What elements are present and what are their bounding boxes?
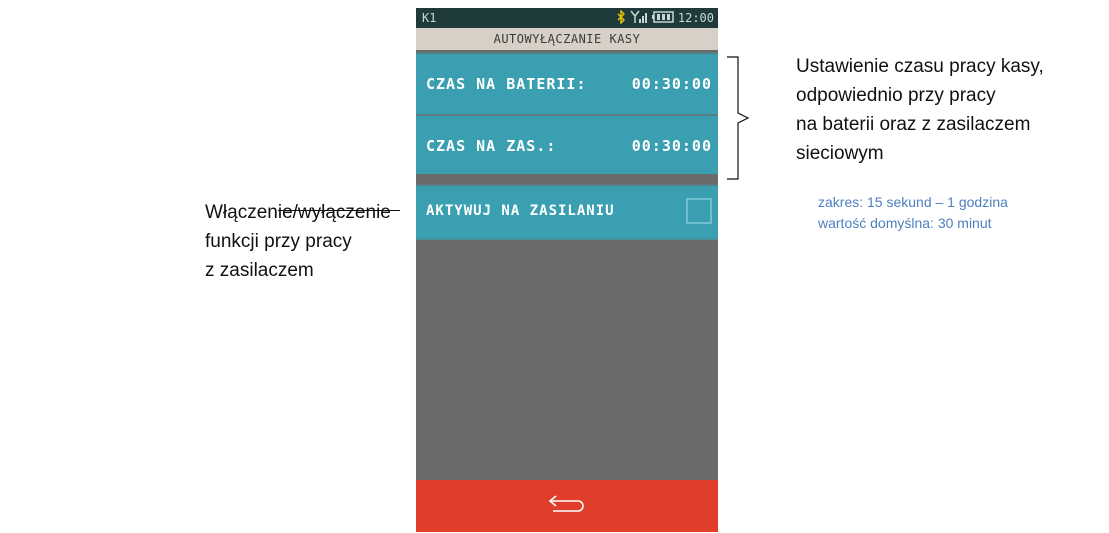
annotation-range-line: zakres: 15 sekund – 1 godzina (818, 194, 1008, 210)
battery-time-value: 00:30:00 (631, 75, 712, 93)
signal-icon (630, 10, 648, 27)
activate-on-power-label: AKTYWUJ NA ZASILANIU (426, 203, 615, 219)
activate-on-power-checkbox[interactable] (686, 198, 712, 224)
annotation-line: Włączenie/wyłączenie (205, 202, 391, 223)
annotation-range-line: wartość domyślna: 30 minut (818, 215, 992, 231)
device-id: K1 (422, 11, 437, 25)
annotation-line: sieciowym (796, 143, 884, 164)
battery-icon (651, 10, 674, 27)
annotation-line: na baterii oraz z zasilaczem (796, 114, 1031, 135)
annotation-line: odpowiednio przy pracy (796, 85, 996, 106)
annotation-line: funkcji przy pracy (205, 231, 352, 252)
back-arrow-icon[interactable] (547, 493, 587, 519)
annotation-line: Ustawienie czasu pracy kasy, (796, 56, 1044, 77)
annotation-activate: Włączenie/wyłączenie funkcji przy pracy … (205, 198, 391, 285)
right-bracket (727, 56, 750, 180)
power-time-value: 00:30:00 (631, 137, 712, 155)
status-bar: K1 12:00 (416, 8, 718, 28)
power-time-label: CZAS NA ZAS.: (426, 137, 557, 155)
battery-time-setting[interactable]: CZAS NA BATERII: 00:30:00 (416, 52, 718, 114)
screen-title: AUTOWYŁĄCZANIE KASY (416, 28, 718, 50)
clock: 12:00 (677, 11, 714, 25)
annotation-line: z zasilaczem (205, 260, 314, 281)
power-time-setting[interactable]: CZAS NA ZAS.: 00:30:00 (416, 114, 718, 176)
activate-on-power-setting[interactable]: AKTYWUJ NA ZASILANIU (416, 184, 718, 238)
bluetooth-icon (617, 8, 626, 27)
battery-time-label: CZAS NA BATERII: (426, 75, 587, 93)
menu-gap (416, 174, 718, 184)
device-screen: K1 12:00 AUTOWYŁĄCZANIE KASY CZAS NA BAT… (416, 8, 718, 532)
annotation-range: zakres: 15 sekund – 1 godzina wartość do… (818, 192, 1008, 234)
bottom-bar (416, 480, 718, 532)
annotation-time-setting: Ustawienie czasu pracy kasy, odpowiednio… (796, 52, 1044, 168)
status-icons: 12:00 (617, 8, 714, 27)
